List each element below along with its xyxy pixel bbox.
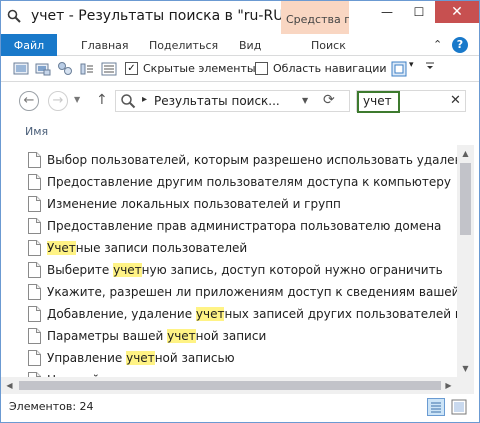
status-bar: Элементов: 24	[1, 394, 479, 422]
settings-document-icon	[28, 306, 41, 322]
refresh-icon[interactable]: ⟳	[323, 92, 335, 108]
address-history-chevron-icon[interactable]: ▼	[302, 96, 308, 105]
hidden-items-checkbox[interactable]: ✓	[125, 62, 138, 75]
list-view-icon[interactable]	[79, 61, 95, 77]
list-item-label: Добавление, удаление учетных записей дру…	[47, 307, 457, 321]
title-bar[interactable]: учет - Результаты поиска в "ru-RU" Средс…	[1, 1, 479, 34]
search-match-highlight: Учет	[47, 241, 76, 255]
list-item[interactable]: Предоставление прав администратора польз…	[1, 215, 457, 237]
large-icons-icon[interactable]	[35, 61, 51, 77]
list-item[interactable]: Предоставление другим пользователям дост…	[1, 171, 457, 193]
list-item-label: Параметры вашей учетной записи	[47, 329, 267, 343]
settings-document-icon	[28, 262, 41, 278]
list-item-label: Выбор пользователей, которым разрешено и…	[47, 153, 457, 167]
list-item-label: Управление учетной записью	[47, 351, 235, 365]
settings-document-icon	[28, 174, 41, 190]
list-item-label: Укажите, разрешен ли приложениям доступ …	[47, 285, 457, 299]
layout-icon[interactable]	[391, 61, 407, 77]
tab-file[interactable]: Файл	[1, 34, 57, 56]
search-tools-context-tab: Средства поиска	[281, 1, 349, 34]
search-match-highlight: учет	[126, 351, 155, 365]
list-item[interactable]: Выберите учетную запись, доступ которой …	[1, 259, 457, 281]
list-item-label: Выберите учетную запись, доступ которой …	[47, 263, 443, 277]
medium-icons-icon[interactable]	[57, 61, 73, 77]
up-button[interactable]: ↑	[96, 92, 108, 108]
list-item[interactable]: Изменение локальных пользователей и груп…	[1, 193, 457, 215]
scroll-left-icon[interactable]: ◀	[1, 377, 18, 394]
list-item[interactable]: Настройка аватара	[1, 369, 457, 377]
settings-document-icon	[28, 218, 41, 234]
settings-document-icon	[28, 196, 41, 212]
list-item-label: Предоставление другим пользователям дост…	[47, 175, 451, 189]
column-header-name[interactable]: Имя	[25, 125, 48, 138]
clear-search-icon[interactable]: ✕	[450, 93, 461, 108]
extra-large-icons-icon[interactable]	[13, 61, 29, 77]
settings-document-icon	[28, 350, 41, 366]
scrollbar-corner	[457, 377, 474, 394]
search-folder-icon	[7, 9, 21, 23]
scroll-up-icon[interactable]: ▲	[457, 145, 474, 162]
list-item-label: Изменение локальных пользователей и груп…	[47, 197, 341, 211]
search-input[interactable]: учет	[363, 94, 392, 108]
vertical-scroll-thumb[interactable]	[460, 163, 471, 235]
recent-locations-chevron-icon[interactable]: ▼	[74, 95, 80, 104]
address-bar[interactable]: ▸ Результаты поиск... ▼ ⟳	[115, 90, 350, 112]
list-item[interactable]: Выбор пользователей, которым разрешено и…	[1, 149, 457, 171]
maximize-button[interactable]: ☐	[403, 1, 435, 23]
list-item-label: Предоставление прав администратора польз…	[47, 219, 442, 233]
view-toolbar: ✓ Скрытые элементы Область навигации ▾	[1, 57, 479, 82]
vertical-scrollbar[interactable]: ▲ ▼	[457, 145, 474, 377]
search-match-highlight: учет	[167, 329, 196, 343]
search-match-highlight: учет	[195, 307, 225, 321]
breadcrumb-separator-icon: ▸	[142, 94, 148, 105]
hidden-items-label: Скрытые элементы	[143, 62, 256, 75]
scroll-down-icon[interactable]: ▼	[457, 360, 474, 377]
list-item[interactable]: Учетные записи пользователей	[1, 237, 457, 259]
list-item-label: Учетные записи пользователей	[47, 241, 248, 255]
horizontal-scroll-thumb[interactable]	[19, 381, 441, 390]
minimize-button[interactable]: —	[371, 1, 403, 23]
list-item[interactable]: Управление учетной записью	[1, 347, 457, 369]
explorer-window: учет - Результаты поиска в "ru-RU" Средс…	[0, 0, 480, 423]
navigation-pane-label: Область навигации	[273, 62, 387, 75]
list-item[interactable]: Параметры вашей учетной записи	[1, 325, 457, 347]
settings-document-icon	[28, 284, 41, 300]
item-count: Элементов: 24	[9, 400, 94, 413]
list-item[interactable]: Укажите, разрешен ли приложениям доступ …	[1, 281, 457, 303]
tab-view[interactable]: Вид	[239, 34, 261, 56]
tab-search[interactable]: Поиск	[311, 34, 346, 56]
results-list: Выбор пользователей, которым разрешено и…	[1, 145, 457, 377]
customize-toolbar-icon[interactable]	[425, 59, 435, 76]
window-title: учет - Результаты поиска в "ru-RU"	[31, 8, 290, 24]
search-box[interactable]: учет ✕	[356, 90, 466, 113]
breadcrumb[interactable]: Результаты поиск...	[154, 94, 280, 108]
close-button[interactable]: ✕	[435, 1, 479, 23]
search-match-highlight: учет	[113, 263, 142, 277]
horizontal-scrollbar[interactable]: ◀ ▶	[1, 377, 457, 394]
address-row: ← → ▼ ↑ ▸ Результаты поиск... ▼ ⟳ учет ✕	[1, 83, 479, 119]
layout-dropdown-chevron-icon[interactable]: ▾	[409, 60, 414, 70]
collapse-ribbon-icon[interactable]: ⌃	[433, 38, 442, 51]
scroll-right-icon[interactable]: ▶	[440, 377, 457, 394]
forward-button[interactable]: →	[48, 91, 68, 111]
settings-document-icon	[28, 240, 41, 256]
large-icons-toggle-icon[interactable]	[451, 399, 467, 415]
help-icon[interactable]: ?	[452, 37, 468, 53]
settings-document-icon	[28, 328, 41, 344]
ribbon-tab-strip: Файл Главная Поделиться Вид Поиск ⌃ ?	[1, 34, 479, 56]
settings-document-icon	[28, 152, 41, 168]
tab-home[interactable]: Главная	[81, 34, 129, 56]
navigation-pane-checkbox[interactable]	[255, 62, 268, 75]
search-results-icon	[120, 93, 136, 109]
list-item[interactable]: Добавление, удаление учетных записей дру…	[1, 303, 457, 325]
details-view-icon[interactable]	[101, 61, 117, 77]
tab-share[interactable]: Поделиться	[149, 34, 218, 56]
back-button[interactable]: ←	[19, 91, 39, 111]
details-view-toggle-icon[interactable]	[427, 398, 445, 416]
